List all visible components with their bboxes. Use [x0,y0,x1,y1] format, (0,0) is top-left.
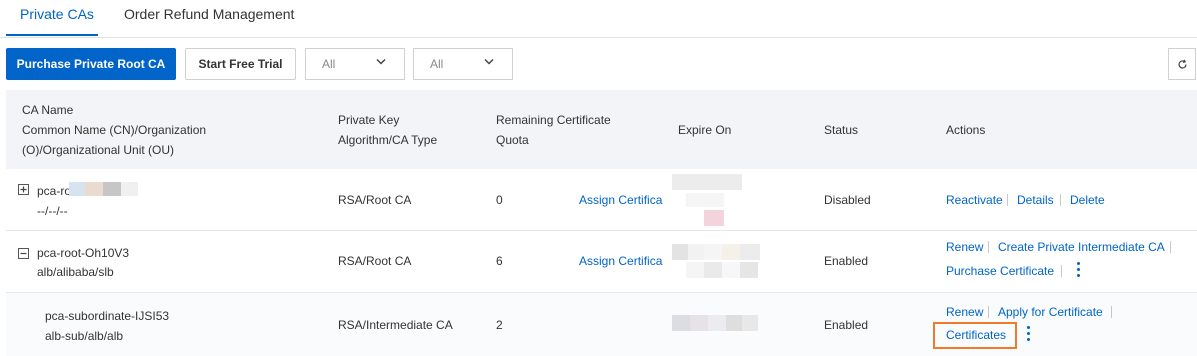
redacted-block [103,182,121,196]
status-text: Enabled [824,254,869,268]
redacted-block [704,244,722,260]
redacted-block [85,182,103,196]
redacted-block [726,315,742,331]
header-ca-name: CA Name Common Name (CN)/Organization (O… [22,100,206,160]
ca-quota: 0 [496,193,503,207]
header-quota: Remaining Certificate Quota [496,110,611,150]
ca-organization: alb/alibaba/slb [37,265,114,279]
action-separator [1061,265,1062,277]
redacted-expire-date [672,244,688,260]
tab-order-refund-management[interactable]: Order Refund Management [124,0,294,36]
more-vertical-icon[interactable] [1026,325,1032,343]
redacted-block [690,315,708,331]
assign-certificate-link[interactable]: Assign Certifica [579,251,663,271]
header-expire-on: Expire On [678,123,732,137]
ca-organization: alb-sub/alb/alb [45,329,124,343]
redacted-block [686,193,724,207]
header-quota-line1: Remaining Certificate [496,113,611,127]
ca-quota: 2 [496,318,503,332]
redacted-block [686,262,704,278]
plus-square-icon [20,186,27,193]
action-separator [1111,306,1112,318]
assign-certificate-link[interactable]: Assign Certifica [579,190,663,210]
redacted-expire-date [672,174,742,190]
filter-select-1[interactable]: All [305,48,405,80]
more-vertical-icon[interactable] [1076,261,1082,279]
header-quota-line2: Quota [496,133,529,147]
purchase-private-root-ca-button[interactable]: Purchase Private Root CA [6,48,176,80]
header-ca-name-line1: CA Name [22,103,74,117]
header-actions: Actions [946,123,986,137]
action-separator [988,241,989,253]
filter-select-2-value: All [430,57,444,71]
status-text: Enabled [824,318,869,332]
ca-name: pca-ro [37,184,72,198]
header-algorithm: Private Key Algorithm/CA Type [338,110,437,150]
ca-name: pca-root-Oh10V3 [37,246,130,260]
action-separator [988,306,989,318]
redacted-block [121,182,138,196]
ca-algorithm: RSA/Root CA [338,193,412,207]
header-status: Status [824,123,859,137]
ca-algorithm: RSA/Root CA [338,254,412,268]
expand-row-button[interactable] [18,184,29,195]
redacted-block [688,244,704,260]
renew-link[interactable]: Renew [946,237,983,257]
minus-square-icon [20,252,27,255]
tab-private-cas[interactable]: Private CAs [20,0,94,36]
filter-select-1-value: All [322,57,336,71]
action-separator [1170,241,1171,253]
chevron-down-icon [376,58,386,65]
redacted-expire-date [672,315,690,331]
header-ca-name-line3: (O)/Organizational Unit (OU) [22,143,175,157]
redacted-block [704,210,724,226]
reactivate-link[interactable]: Reactivate [946,190,1003,210]
status-text: Disabled [824,193,871,207]
ca-organization: --/--/-- [37,204,68,218]
redacted-block [740,244,760,260]
redacted-block [704,262,722,278]
redacted-block [742,315,758,331]
redacted-block [722,262,740,278]
renew-link[interactable]: Renew [946,302,983,322]
action-separator [1060,194,1061,206]
create-private-intermediate-ca-link[interactable]: Create Private Intermediate CA [998,237,1165,257]
apply-for-certificate-link[interactable]: Apply for Certificate [998,302,1103,322]
header-ca-name-line2: Common Name (CN)/Organization [22,123,207,137]
delete-link[interactable]: Delete [1070,190,1105,210]
active-tab-indicator [6,34,98,36]
details-link[interactable]: Details [1017,190,1054,210]
filter-select-2[interactable]: All [413,48,513,80]
collapse-row-button[interactable] [18,248,29,259]
certificates-highlight-box [933,322,1017,349]
refresh-icon [1178,59,1187,69]
action-separator [1007,194,1008,206]
row-divider [6,230,1197,231]
header-algorithm-line1: Private Key [338,113,400,127]
redacted-block [69,182,85,196]
redacted-block [708,315,726,331]
refresh-button[interactable] [1168,48,1196,80]
chevron-down-icon [484,58,494,65]
start-free-trial-button[interactable]: Start Free Trial [185,48,296,80]
redacted-block [722,244,740,260]
ca-algorithm: RSA/Intermediate CA [338,318,453,332]
ca-name: pca-subordinate-IJSI53 [45,309,170,323]
ca-quota: 6 [496,254,503,268]
purchase-certificate-link[interactable]: Purchase Certificate [946,261,1054,281]
header-algorithm-line2: Algorithm/CA Type [338,133,438,147]
redacted-block [740,262,758,278]
